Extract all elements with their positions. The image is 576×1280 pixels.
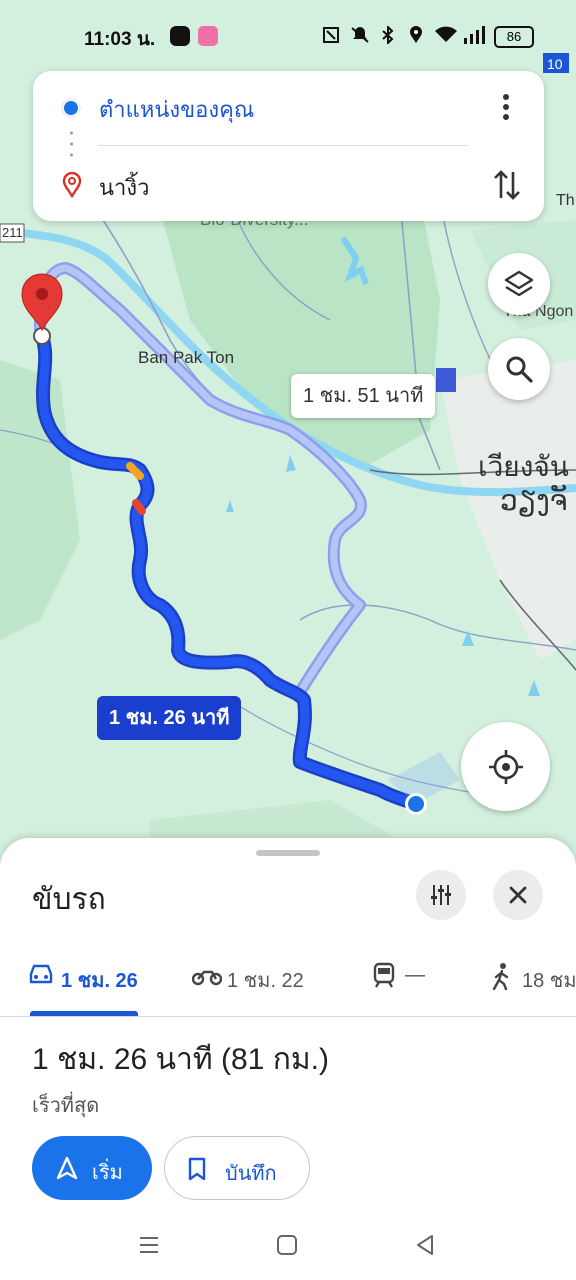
destination-pin-core [36, 288, 48, 300]
sheet-title: ขับรถ [32, 882, 106, 917]
route-summary: 1 ชม. 26 นาที (81 กม.) [32, 1043, 329, 1076]
close-icon [509, 886, 527, 904]
mute-icon [351, 27, 369, 43]
wifi-icon [435, 26, 457, 42]
start-button[interactable]: เริ่ม [32, 1136, 152, 1200]
layers-button[interactable] [488, 253, 550, 315]
main-route-time-bubble[interactable]: 1 ชม. 26 นาที [97, 696, 242, 740]
tabs-divider [0, 1016, 576, 1017]
car-icon [29, 964, 53, 984]
route-summary-note: เร็วที่สุด [32, 1095, 100, 1117]
start-label: เริ่ม [92, 1162, 123, 1184]
mode-walk-label: 18 ชม [522, 970, 576, 992]
layers-icon [504, 270, 534, 297]
recents-nav-icon[interactable] [138, 1234, 160, 1256]
route-dots [70, 131, 73, 157]
road-shield [436, 368, 456, 392]
back-nav-icon[interactable] [414, 1234, 436, 1256]
navigation-arrow-icon [56, 1156, 78, 1180]
home-nav-icon[interactable] [276, 1234, 298, 1256]
app-notification-icon [198, 26, 218, 46]
location-icon [410, 26, 422, 43]
status-bar: 11:03 น. 86 [0, 0, 576, 70]
bluetooth-icon [382, 26, 394, 44]
map-label-city-lao: ວຽງຈັ [500, 485, 568, 516]
save-button[interactable]: บันทึก [164, 1136, 310, 1200]
walk-icon [492, 963, 509, 990]
line-app-icon [170, 26, 190, 46]
card-divider [98, 145, 468, 146]
my-location-icon [489, 750, 523, 784]
mode-transit-label: — [405, 964, 425, 986]
nfc-icon [323, 27, 339, 43]
map-label-city-thai: เวียงจัน [478, 451, 569, 482]
recenter-button[interactable] [461, 722, 550, 811]
bookmark-icon [188, 1157, 206, 1181]
road-number-211: 211 [2, 225, 23, 240]
status-time: 11:03 น. [84, 29, 156, 50]
battery-icon: 86 [494, 26, 534, 48]
train-icon [373, 962, 395, 988]
current-location-dot[interactable] [408, 796, 424, 812]
origin-dot-icon [61, 98, 81, 118]
alt-route-time-bubble[interactable]: 1 ชม. 51 นาที [291, 374, 436, 418]
motorcycle-icon [192, 970, 222, 986]
signal-icon [464, 26, 485, 44]
mode-motorcycle-label: 1 ชม. 22 [227, 970, 304, 992]
filter-icon [431, 885, 451, 905]
search-icon [506, 356, 533, 383]
road-number-10: 10 [547, 56, 563, 72]
route-options-button[interactable] [416, 870, 466, 920]
map-label-village: Ban Pak Ton [138, 348, 235, 367]
origin-field[interactable]: ตำแหน่งของคุณ [99, 92, 254, 127]
search-along-route-button[interactable] [488, 338, 550, 400]
traffic-segment [132, 499, 146, 515]
save-label: บันทึก [225, 1163, 277, 1185]
destination-field[interactable]: นางิ้ว [99, 170, 150, 205]
swap-icon[interactable] [492, 168, 522, 202]
sheet-drag-handle[interactable] [256, 850, 320, 856]
close-button[interactable] [493, 870, 543, 920]
destination-pin-icon [62, 172, 82, 198]
map-label-edge: Th [556, 192, 575, 209]
more-vert-icon[interactable] [495, 92, 517, 122]
mode-car-label: 1 ชม. 26 [61, 970, 138, 992]
